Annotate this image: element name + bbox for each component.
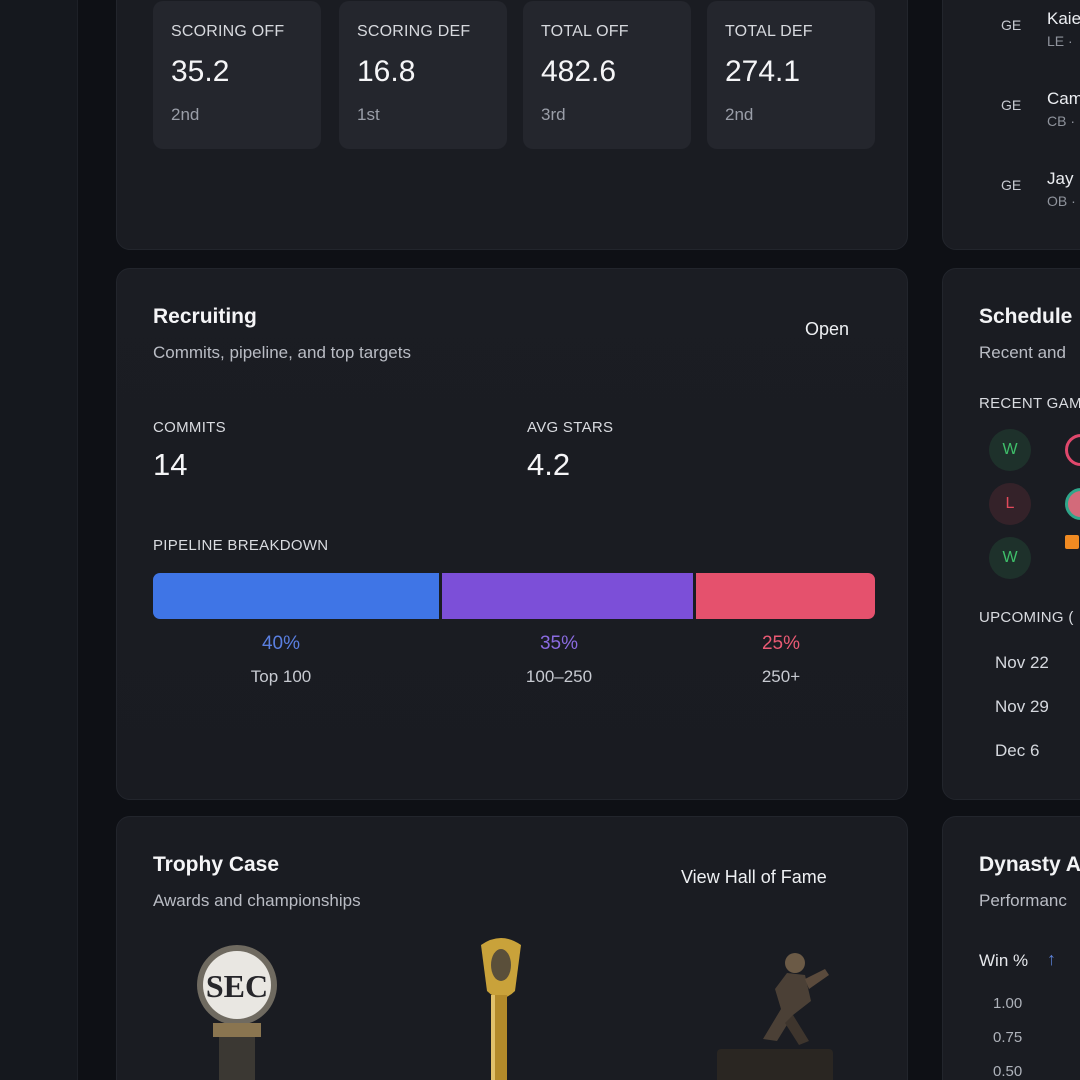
stat-card-total-def: TOTAL DEF 274.1 2nd bbox=[707, 1, 875, 149]
stat-rank: 2nd bbox=[725, 105, 754, 124]
pipeline-segment-top-100 bbox=[153, 573, 440, 619]
game-result-badge: L bbox=[989, 483, 1031, 525]
team-stats-panel: SCORING OFF 35.2 2nd SCORING DEF 16.8 1s… bbox=[116, 0, 908, 250]
pipeline-category: Top 100 bbox=[250, 667, 312, 686]
panel-title: Trophy Case bbox=[153, 853, 280, 876]
roster-panel: GE Kaie LE · GE Cam CB · GE Jay OB · bbox=[942, 0, 1080, 250]
pipeline-segment-100-250 bbox=[439, 573, 693, 619]
stat-card-scoring-off: SCORING OFF 35.2 2nd bbox=[153, 1, 321, 149]
panel-subtitle: Awards and championships bbox=[153, 891, 361, 910]
avg-stars-value: 4.2 bbox=[527, 447, 571, 482]
player-name: Kaie bbox=[1047, 9, 1080, 28]
panel-subtitle: Recent and bbox=[979, 343, 1066, 362]
panel-title: Schedule bbox=[979, 305, 1073, 328]
trophy-case-panel: Trophy Case Awards and championships Vie… bbox=[116, 816, 908, 1080]
axis-tick-label: 1.00 bbox=[993, 995, 1023, 1012]
stat-card-scoring-def: SCORING DEF 16.8 1st bbox=[339, 1, 507, 149]
stat-rank: 1st bbox=[357, 105, 380, 124]
dynasty-analytics-panel: Dynasty A Performanc Win % ↑ 1.00 0.75 0… bbox=[942, 816, 1080, 1080]
stat-rank: 2nd bbox=[171, 105, 200, 124]
panel-subtitle: Commits, pipeline, and top targets bbox=[153, 343, 411, 362]
axis-tick-label: 0.75 bbox=[993, 1029, 1023, 1046]
sec-championship-trophy-icon[interactable]: SEC bbox=[189, 941, 293, 1080]
upcoming-game-date[interactable]: Nov 22 bbox=[995, 653, 1049, 673]
sec-logo-text: SEC bbox=[206, 968, 268, 1004]
recruiting-panel: Recruiting Commits, pipeline, and top ta… bbox=[116, 268, 908, 800]
stat-label: SCORING DEF bbox=[357, 23, 471, 40]
view-hall-of-fame-link[interactable]: View Hall of Fame bbox=[681, 867, 827, 888]
opponent-logo bbox=[1065, 488, 1080, 520]
stat-value: 35.2 bbox=[171, 55, 230, 88]
schedule-panel: Schedule Recent and RECENT GAM W L W UPC… bbox=[942, 268, 1080, 800]
player-badge: GE bbox=[1001, 97, 1022, 113]
player-position: OB · bbox=[1047, 193, 1076, 209]
avg-stars-label: AVG STARS bbox=[527, 419, 614, 436]
heisman-trophy-icon[interactable] bbox=[697, 945, 837, 1080]
panel-title: Recruiting bbox=[153, 305, 257, 328]
player-badge: GE bbox=[1001, 17, 1022, 33]
upcoming-games-label: UPCOMING ( bbox=[979, 609, 1074, 626]
stat-rank: 3rd bbox=[541, 105, 566, 124]
pipeline-label: PIPELINE BREAKDOWN bbox=[153, 537, 329, 554]
stat-label: SCORING OFF bbox=[171, 23, 285, 40]
panel-subtitle: Performanc bbox=[979, 891, 1067, 910]
open-recruiting-link[interactable]: Open bbox=[805, 319, 849, 340]
stat-label: TOTAL DEF bbox=[725, 23, 813, 40]
roster-row[interactable]: GE Cam CB · bbox=[943, 89, 1080, 129]
roster-row[interactable]: GE Jay OB · bbox=[943, 169, 1080, 209]
panel-title: Dynasty A bbox=[979, 853, 1080, 876]
stat-label: TOTAL OFF bbox=[541, 23, 629, 40]
player-position: CB · bbox=[1047, 113, 1075, 129]
pipeline-category: 250+ bbox=[761, 667, 801, 686]
stat-card-total-off: TOTAL OFF 482.6 3rd bbox=[523, 1, 691, 149]
recent-games-label: RECENT GAM bbox=[979, 395, 1080, 412]
player-position: LE · bbox=[1047, 33, 1073, 49]
axis-tick-label: 0.50 bbox=[993, 1063, 1023, 1080]
stat-value: 482.6 bbox=[541, 55, 617, 88]
pipeline-percent: 25% bbox=[761, 633, 801, 654]
pipeline-percent: 40% bbox=[261, 633, 301, 654]
pipeline-category: 100–250 bbox=[525, 667, 593, 686]
game-result-badge: W bbox=[989, 429, 1031, 471]
win-percent-label: Win % bbox=[979, 951, 1029, 970]
player-name: Jay bbox=[1047, 169, 1074, 188]
pipeline-percent: 35% bbox=[539, 633, 579, 654]
pipeline-bar bbox=[153, 573, 875, 619]
opponent-logo bbox=[1065, 434, 1080, 466]
trend-up-arrow-icon: ↑ bbox=[1047, 949, 1056, 969]
national-championship-trophy-icon[interactable] bbox=[469, 935, 533, 1080]
left-sidebar bbox=[0, 0, 78, 1080]
stat-value: 16.8 bbox=[357, 55, 416, 88]
upcoming-game-date[interactable]: Nov 29 bbox=[995, 697, 1049, 717]
game-result-badge: W bbox=[989, 537, 1031, 579]
player-name: Cam bbox=[1047, 89, 1080, 108]
opponent-logo bbox=[1065, 535, 1079, 549]
roster-row[interactable]: GE Kaie LE · bbox=[943, 9, 1080, 49]
commits-label: COMMITS bbox=[153, 419, 226, 436]
pipeline-segment-250-plus bbox=[693, 573, 875, 619]
player-badge: GE bbox=[1001, 177, 1022, 193]
upcoming-game-date[interactable]: Dec 6 bbox=[995, 741, 1039, 761]
commits-value: 14 bbox=[153, 447, 188, 482]
stat-value: 274.1 bbox=[725, 55, 801, 88]
